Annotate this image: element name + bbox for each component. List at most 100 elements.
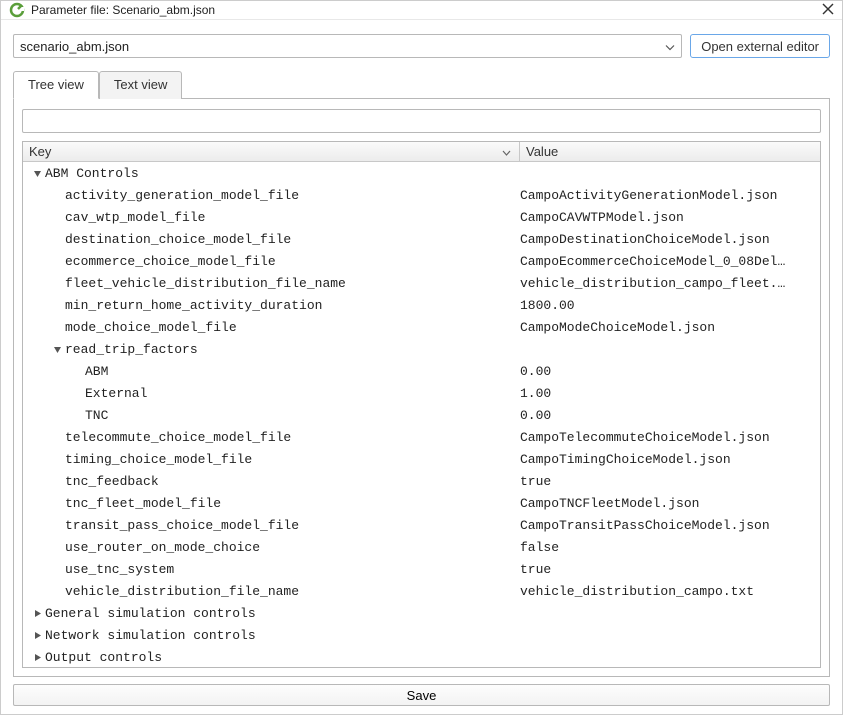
chevron-down-icon (665, 39, 675, 54)
tree-row-value: CampoTelecommuteChoiceModel.json (520, 430, 820, 445)
tree-row-value: 1800.00 (520, 298, 820, 313)
tree-row[interactable]: destination_choice_model_file CampoDestin… (23, 228, 820, 250)
tree-row-key-label: ecommerce_choice_model_file (65, 254, 276, 269)
expander-closed-icon[interactable] (31, 653, 43, 662)
tree-row-value: true (520, 474, 820, 489)
tab-panel-tree: Key Value ABM Controls activity_generatio… (13, 99, 830, 677)
tree-row-key-label: ABM Controls (45, 166, 139, 181)
tree-row-key-label: min_return_home_activity_duration (65, 298, 322, 313)
tree-row[interactable]: tnc_feedback true (23, 470, 820, 492)
tree-row[interactable]: Output controls (23, 646, 820, 667)
tree-row-key-label: Network simulation controls (45, 628, 256, 643)
tree-row-key-label: External (85, 386, 147, 401)
tree-row[interactable]: use_router_on_mode_choice false (23, 536, 820, 558)
tree-row-value: CampoActivityGenerationModel.json (520, 188, 820, 203)
tree-view: Key Value ABM Controls activity_generatio… (22, 141, 821, 668)
tree-row-key: fleet_vehicle_distribution_file_name (23, 276, 520, 291)
tree-row[interactable]: activity_generation_model_file CampoActiv… (23, 184, 820, 206)
tree-row-key: External (23, 386, 520, 401)
expander-open-icon[interactable] (51, 345, 63, 354)
tree-row-key: ecommerce_choice_model_file (23, 254, 520, 269)
tree-row-key: min_return_home_activity_duration (23, 298, 520, 313)
tab-text-view[interactable]: Text view (99, 71, 182, 99)
search-input[interactable] (22, 109, 821, 133)
tree-row-key-label: Output controls (45, 650, 162, 665)
tree-row-key: TNC (23, 408, 520, 423)
tree-header: Key Value (23, 142, 820, 162)
tree-row[interactable]: External 1.00 (23, 382, 820, 404)
tree-row-key-label: use_tnc_system (65, 562, 174, 577)
dialog-window: Parameter file: Scenario_abm.json scenar… (0, 0, 843, 715)
tree-row[interactable]: timing_choice_model_file CampoTimingChoic… (23, 448, 820, 470)
tree-row-key-label: read_trip_factors (65, 342, 198, 357)
tree-row-value: CampoTimingChoiceModel.json (520, 452, 820, 467)
tree-row-value: CampoCAVWTPModel.json (520, 210, 820, 225)
tree-row[interactable]: ecommerce_choice_model_fileCampoEcommerc… (23, 250, 820, 272)
tree-row-key-label: destination_choice_model_file (65, 232, 291, 247)
tree-row-value: vehicle_distribution_campo.txt (520, 584, 820, 599)
tree-row-value: 1.00 (520, 386, 820, 401)
tree-row-key-label: vehicle_distribution_file_name (65, 584, 299, 599)
close-button[interactable] (806, 3, 834, 18)
tree-row-key-label: tnc_fleet_model_file (65, 496, 221, 511)
window-title: Parameter file: Scenario_abm.json (31, 3, 806, 17)
tree-row-key: tnc_feedback (23, 474, 520, 489)
column-header-value[interactable]: Value (520, 144, 820, 159)
tree-row[interactable]: read_trip_factors (23, 338, 820, 360)
column-header-value-label: Value (526, 144, 558, 159)
tree-row[interactable]: tnc_fleet_model_fileCampoTNCFleetModel.j… (23, 492, 820, 514)
expander-closed-icon[interactable] (31, 631, 43, 640)
tree-row[interactable]: telecommute_choice_model_file CampoTeleco… (23, 426, 820, 448)
tree-row-key: activity_generation_model_file (23, 188, 520, 203)
tree-row-key-label: use_router_on_mode_choice (65, 540, 260, 555)
column-header-key[interactable]: Key (23, 142, 520, 161)
tree-row-key-label: tnc_feedback (65, 474, 159, 489)
tree-row-key-label: telecommute_choice_model_file (65, 430, 291, 445)
tree-row-key-label: General simulation controls (45, 606, 256, 621)
tree-row-key-label: TNC (85, 408, 108, 423)
tree-row-value: CampoModeChoiceModel.json (520, 320, 820, 335)
file-select-dropdown[interactable]: scenario_abm.json (13, 34, 682, 58)
tree-row[interactable]: ABM Controls (23, 162, 820, 184)
tree-row-value: 0.00 (520, 408, 820, 423)
tree-row-key: telecommute_choice_model_file (23, 430, 520, 445)
tree-row-key: Network simulation controls (23, 628, 520, 643)
save-button[interactable]: Save (13, 684, 830, 706)
tree-row-key: use_router_on_mode_choice (23, 540, 520, 555)
tab-tree-view[interactable]: Tree view (13, 71, 99, 99)
expander-closed-icon[interactable] (31, 609, 43, 618)
tree-row-key-label: activity_generation_model_file (65, 188, 299, 203)
open-external-editor-button[interactable]: Open external editor (690, 34, 830, 58)
tree-rows[interactable]: ABM Controls activity_generation_model_fi… (23, 162, 820, 667)
tree-row-key: transit_pass_choice_model_file (23, 518, 520, 533)
app-icon (9, 2, 25, 18)
footer: Save (1, 677, 842, 714)
tree-row-value: CampoDestinationChoiceModel.json (520, 232, 820, 247)
tree-row-key: timing_choice_model_file (23, 452, 520, 467)
tree-row[interactable]: transit_pass_choice_model_file CampoTrans… (23, 514, 820, 536)
tree-row[interactable]: ABM0.00 (23, 360, 820, 382)
tree-row[interactable]: Network simulation controls (23, 624, 820, 646)
tree-row-key-label: transit_pass_choice_model_file (65, 518, 299, 533)
tree-row-key: use_tnc_system (23, 562, 520, 577)
tree-row-key: vehicle_distribution_file_name (23, 584, 520, 599)
tree-row[interactable]: use_tnc_system true (23, 558, 820, 580)
tree-row[interactable]: vehicle_distribution_file_name vehicle_di… (23, 580, 820, 602)
tree-row-value: false (520, 540, 820, 555)
toolbar: scenario_abm.json Open external editor (1, 20, 842, 70)
tree-row-value: CampoTransitPassChoiceModel.json (520, 518, 820, 533)
tree-row-key-label: fleet_vehicle_distribution_file_name (65, 276, 346, 291)
tree-row[interactable]: min_return_home_activity_duration 1800.00 (23, 294, 820, 316)
titlebar: Parameter file: Scenario_abm.json (1, 1, 842, 20)
tree-row-value: true (520, 562, 820, 577)
tree-row[interactable]: fleet_vehicle_distribution_file_namevehi… (23, 272, 820, 294)
tree-row[interactable]: cav_wtp_model_fileCampoCAVWTPModel.json (23, 206, 820, 228)
tree-row-value: 0.00 (520, 364, 820, 379)
expander-open-icon[interactable] (31, 169, 43, 178)
tree-row-key-label: timing_choice_model_file (65, 452, 252, 467)
tree-row-key: cav_wtp_model_file (23, 210, 520, 225)
tree-row[interactable]: General simulation controls (23, 602, 820, 624)
tree-row[interactable]: TNC 0.00 (23, 404, 820, 426)
tree-row[interactable]: mode_choice_model_fileCampoModeChoiceMod… (23, 316, 820, 338)
sort-indicator-icon (502, 144, 511, 159)
